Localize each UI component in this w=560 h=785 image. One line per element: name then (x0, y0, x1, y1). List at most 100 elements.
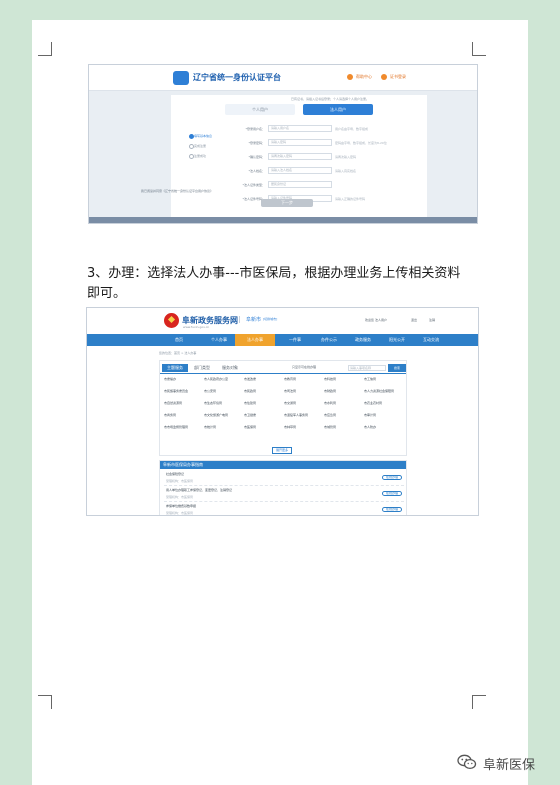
apply-online-button[interactable]: 在线办理 (382, 507, 402, 512)
tab-service-target[interactable]: 服务对象 (222, 364, 238, 372)
portal-url: www.fuxin.gov.cn (183, 325, 210, 329)
city-label: 阜新市 (239, 316, 261, 323)
cert-login-button[interactable]: 证书登录 (381, 74, 406, 80)
password-input[interactable]: 请输入密码 (268, 139, 332, 146)
nav-item[interactable]: 首页 (159, 334, 199, 346)
field-hint: 密码由字母、数字组成，长度为8-20位 (335, 141, 387, 145)
step-item: 填写基本信息 (189, 131, 219, 141)
apply-online-button[interactable]: 在线办理 (382, 475, 402, 480)
search-input[interactable]: 请输入事项名称 (348, 365, 386, 371)
department-link[interactable]: 市审计局 (364, 413, 376, 417)
platform-title: 辽宁省统一身份认证平台 (193, 73, 281, 82)
form-row: *法人证件类型： 居民身份证 (227, 181, 427, 189)
confirm-password-input[interactable]: 请再次输入密码 (268, 153, 332, 160)
department-link[interactable]: 市民政局 (244, 389, 256, 393)
portal-screenshot: 阜新政务服务网 www.fuxin.gov.cn 阜新市 [切换城市] 欢迎您 … (86, 307, 479, 516)
help-button[interactable]: 帮助中心 (347, 74, 372, 80)
platform-logo-icon (173, 71, 189, 85)
expand-more-button[interactable]: 展开更多 (272, 447, 293, 454)
guide-item: 参保单位缴费基数申报 受理机构：市医保局 在线办理 (164, 503, 404, 515)
field-hint: 请再次输入密码 (335, 155, 357, 159)
guide-item: 社会保险登记 受理机构：市医保局 在线办理 (164, 471, 404, 486)
user-welcome: 欢迎您 法人用户 (365, 318, 387, 322)
guide-item-meta: 受理机构：市医保局 (166, 495, 194, 499)
crop-mark-bottom-right (472, 695, 486, 709)
department-link[interactable]: 市城管局 (324, 425, 336, 429)
national-emblem-icon (164, 313, 179, 328)
switch-city-link[interactable]: [切换城市] (263, 317, 277, 321)
department-link[interactable]: 市生态环境局 (204, 401, 222, 405)
department-link[interactable]: 市医保局 (244, 425, 256, 429)
field-label: *法人证件号码： (242, 197, 265, 201)
field-label: *法人证件类型： (242, 183, 265, 187)
guide-item-title[interactable]: 用人单位办理职工参保登记、变更登记、注销登记 (166, 488, 232, 492)
nav-item[interactable]: 互动交流 (411, 334, 451, 346)
department-link[interactable]: 市司法局 (284, 389, 296, 393)
tab-department-type[interactable]: 部门类型 (194, 364, 210, 372)
department-link[interactable]: 市人防办 (364, 425, 376, 429)
department-link[interactable]: 市财政局 (324, 389, 336, 393)
cancel-link[interactable]: 注销 (429, 318, 435, 322)
department-link[interactable]: 市林草局 (284, 425, 296, 429)
next-step-button[interactable]: 下一步 (261, 199, 313, 207)
guide-list-title: 阜新市医保局办事指南 (160, 461, 406, 469)
department-link[interactable]: 市委编办 (164, 377, 176, 381)
nav-item-active[interactable]: 法人办事 (235, 334, 275, 346)
department-link[interactable]: 市人力资源社会保障局 (364, 389, 394, 393)
tab-legal-user[interactable]: 法人用户 (303, 104, 373, 115)
registration-screenshot: 辽宁省统一身份认证平台 帮助中心 证书登录 已有证书，请插入证书后登录；个人请选… (88, 64, 478, 224)
breadcrumb: 您的位置：首页 > 法人办事 (159, 351, 197, 355)
guide-item-meta: 受理机构：市医保局 (166, 511, 194, 515)
department-link[interactable]: 市民族事务委员会 (164, 389, 188, 393)
id-type-select[interactable]: 居民身份证 (268, 181, 332, 188)
guide-item-title[interactable]: 参保单位缴费基数申报 (166, 504, 196, 508)
department-link[interactable]: 市应急局 (324, 413, 336, 417)
guide-list: 阜新市医保局办事指南 社会保险登记 受理机构：市医保局 在线办理 用人单位办理职… (159, 460, 407, 515)
department-link[interactable]: 市人民政府办公室 (204, 377, 228, 381)
field-hint: 请输入真实姓名 (335, 169, 357, 173)
guide-item-meta: 受理机构：市医保局 (166, 479, 194, 483)
online-only-checkbox[interactable]: 只显示可在线办理 (292, 365, 316, 369)
department-link[interactable]: 市水利局 (324, 401, 336, 405)
main-nav: 首页 个人办事 法人办事 一件事 办件公示 政务服务 阳光公开 互动交流 (87, 334, 478, 346)
guide-item-title[interactable]: 社会保险登记 (166, 472, 184, 476)
department-link[interactable]: 市公安局 (204, 389, 216, 393)
legal-name-input[interactable]: 请输入法人姓名 (268, 167, 332, 174)
form-row: *法人姓名： 请输入法人姓名 请输入真实姓名 (227, 167, 427, 175)
department-link[interactable]: 市农业农村局 (364, 401, 382, 405)
crop-mark-bottom-left (38, 695, 52, 709)
agreement-text[interactable]: 我已阅读并同意《辽宁省统一身份认证平台用户协议》 (141, 189, 213, 193)
step-item: 完成注册 (189, 141, 219, 151)
search-button[interactable]: 搜索 (388, 364, 406, 372)
username-input[interactable]: 请输入用户名 (268, 125, 332, 132)
department-link[interactable]: 市市场监督管理局 (164, 425, 188, 429)
tab-theme-service[interactable]: 主题服务 (162, 364, 188, 372)
portal-header: 阜新政务服务网 www.fuxin.gov.cn 阜新市 [切换城市] 欢迎您 … (87, 308, 478, 334)
field-label: *法人姓名： (248, 169, 265, 173)
form-row: *确认密码： 请再次输入密码 请再次输入密码 (227, 153, 427, 161)
department-link[interactable]: 市自然资源局 (164, 401, 182, 405)
department-link[interactable]: 市科技局 (324, 377, 336, 381)
department-link[interactable]: 市教育局 (284, 377, 296, 381)
crop-mark-top-left (38, 42, 52, 56)
department-link[interactable]: 市发改委 (244, 377, 256, 381)
page-footer-bar (89, 217, 477, 223)
top-note: 已有证书，请插入证书后登录；个人请选择个人用户注册。 (291, 97, 370, 101)
apply-online-button[interactable]: 在线办理 (382, 491, 402, 496)
field-label: *登录用户名： (245, 127, 265, 131)
logout-link[interactable]: 退出 (411, 318, 417, 322)
department-link[interactable]: 市交通局 (284, 401, 296, 405)
form-row: *法人证件号码： 请输入证件号码 请输入正确的证件号码 (227, 195, 427, 203)
department-link[interactable]: 市工信局 (364, 377, 376, 381)
platform-header: 辽宁省统一身份认证平台 帮助中心 证书登录 (89, 65, 477, 91)
tab-personal-user[interactable]: 个人用户 (225, 104, 295, 115)
department-link[interactable]: 市卫健委 (244, 413, 256, 417)
department-link[interactable]: 市统计局 (204, 425, 216, 429)
nav-item[interactable]: 个人办事 (199, 334, 239, 346)
form-row: *登录用户名： 请输入用户名 用户名由字母、数字组成 (227, 125, 427, 133)
department-link[interactable]: 市退役军人事务局 (284, 413, 308, 417)
instruction-text: 3、办理：选择法人办事---市医保局，根据办理业务上传相关资料即可。 (87, 266, 461, 301)
department-link[interactable]: 市文化旅游广电局 (204, 413, 228, 417)
department-link[interactable]: 市住建局 (244, 401, 256, 405)
department-link[interactable]: 市商务局 (164, 413, 176, 417)
